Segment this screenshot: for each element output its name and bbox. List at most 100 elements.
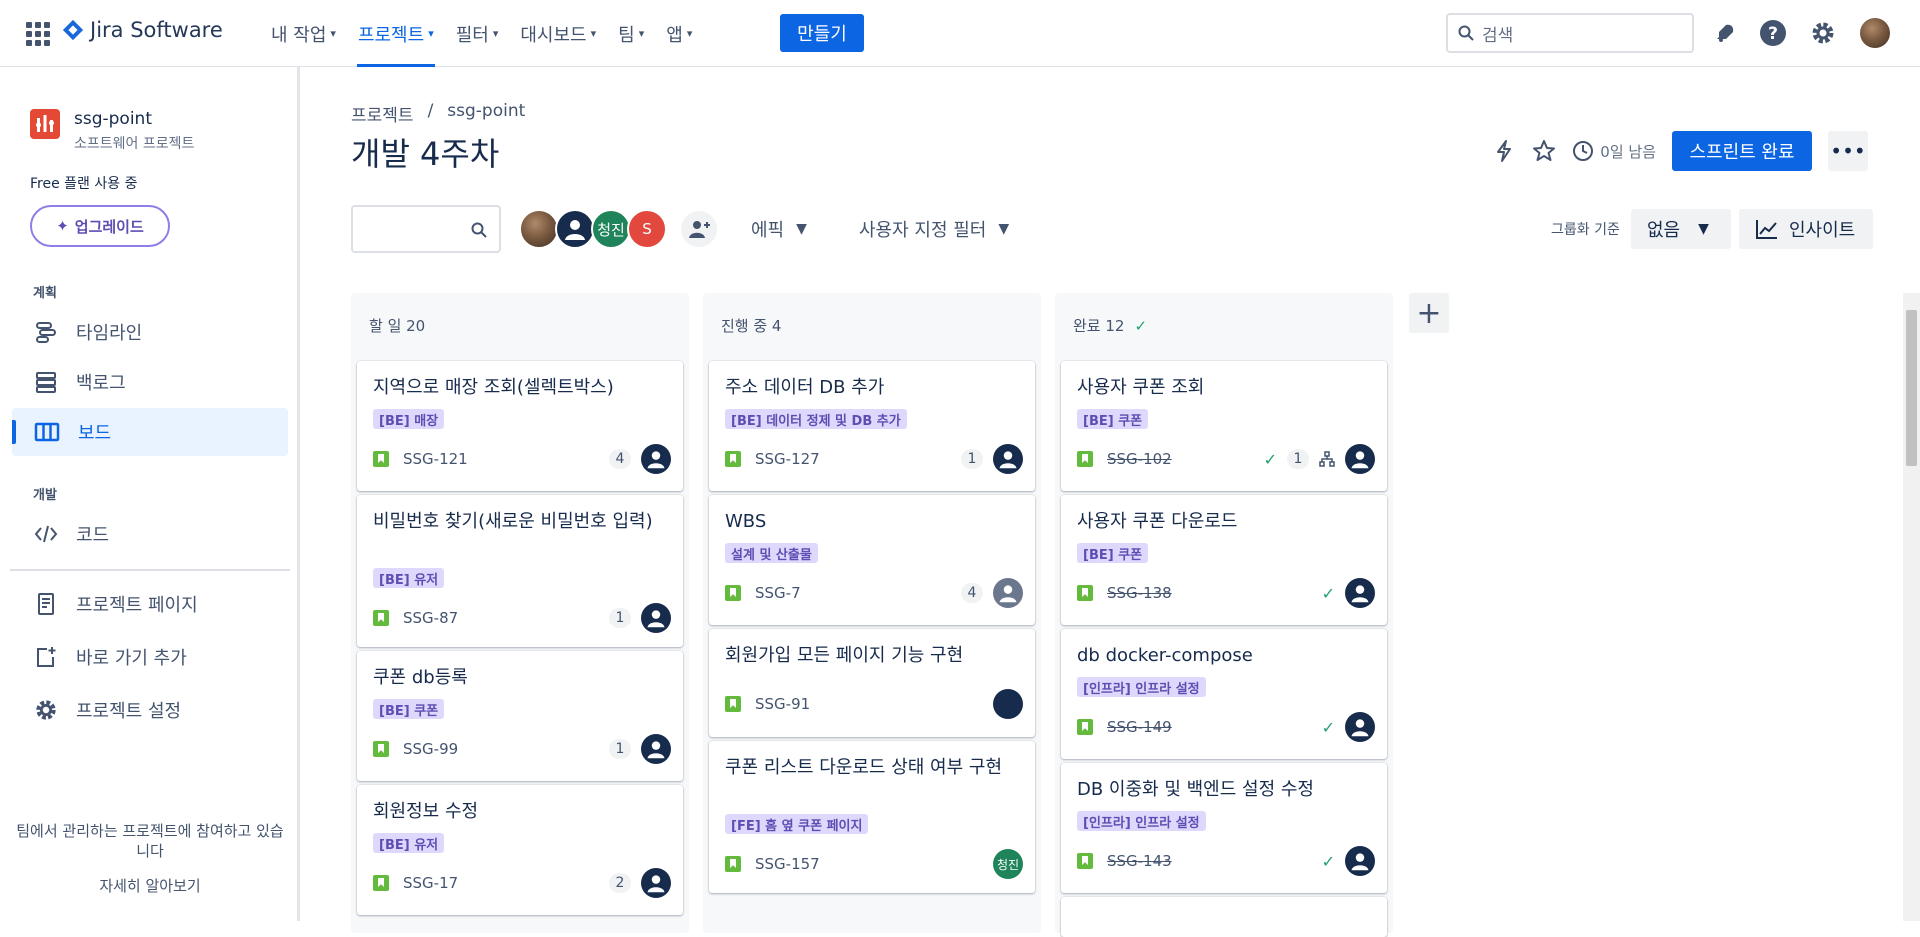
assignee-avatar[interactable]: 청진 xyxy=(993,849,1023,879)
nav-projects[interactable]: 프로젝트 ▾ xyxy=(347,0,445,67)
scrollbar-thumb[interactable] xyxy=(1906,310,1917,466)
avatar-initials: 청진 xyxy=(597,220,625,239)
more-actions-icon[interactable]: ••• xyxy=(1828,131,1868,171)
epic-label: 설계 및 산출물 xyxy=(725,543,818,563)
insights-label: 인사이트 xyxy=(1789,220,1856,241)
assignee-avatar[interactable] xyxy=(1345,712,1375,742)
project-type: 소프트웨어 프로젝트 xyxy=(74,136,195,152)
user-icon xyxy=(565,220,585,240)
chevron-down-icon: ▼ xyxy=(998,221,1010,237)
assignee-avatar[interactable] xyxy=(641,444,671,474)
add-column-icon[interactable]: + xyxy=(1409,293,1449,333)
automation-lightning-icon[interactable] xyxy=(1492,139,1516,163)
assignee-avatar[interactable] xyxy=(993,578,1023,608)
project-header[interactable]: ssg-point 소프트웨어 프로젝트 xyxy=(30,109,194,153)
issue-card[interactable]: 사용자 쿠폰 조회 [BE] 쿠폰 SSG-102 ✓ 1 xyxy=(1061,361,1387,491)
assignee-avatar[interactable] xyxy=(641,868,671,898)
story-points-badge: 4 xyxy=(961,583,983,603)
assignee-avatar[interactable] xyxy=(641,734,671,764)
issue-title: WBS xyxy=(725,511,767,532)
sidebar-item-backlog[interactable]: 백로그 xyxy=(12,358,288,406)
app-switcher-icon[interactable] xyxy=(26,22,50,46)
complete-sprint-button[interactable]: 스프린트 완료 xyxy=(1672,131,1812,171)
issue-card[interactable]: 비밀번호 찾기(새로운 비밀번호 입력) [BE] 유저 SSG-87 1 xyxy=(357,495,683,647)
notifications-icon[interactable] xyxy=(1710,18,1740,48)
nav-apps[interactable]: 앱 ▾ xyxy=(655,0,703,67)
nav-menu: 내 작업 ▾ 프로젝트 ▾ 필터 ▾ 대시보드 ▾ 팀 ▾ 앱 ▾ xyxy=(260,0,703,67)
help-icon[interactable]: ? xyxy=(1758,18,1788,48)
settings-gear-icon xyxy=(36,700,56,720)
settings-gear-icon[interactable] xyxy=(1808,18,1838,48)
timeline-icon xyxy=(36,322,56,343)
issue-card[interactable]: 쿠폰 db등록 [BE] 쿠폰 SSG-99 1 xyxy=(357,651,683,781)
epic-label: [BE] 매장 xyxy=(373,409,445,429)
card-footer: SSG-102 ✓ 1 xyxy=(1077,444,1375,474)
issue-card[interactable]: 회원정보 수정 [BE] 유저 SSG-17 2 xyxy=(357,785,683,915)
assignee-filter-avatar[interactable] xyxy=(519,209,559,249)
vertical-scrollbar[interactable] xyxy=(1903,293,1920,921)
issue-card[interactable]: 회원가입 모든 페이지 기능 구현 SSG-91 xyxy=(709,629,1035,737)
issue-title: 지역으로 매장 조회(셀렉트박스) xyxy=(373,377,614,398)
story-icon xyxy=(373,875,389,891)
issue-card[interactable] xyxy=(1061,897,1387,937)
sidebar-item-timeline[interactable]: 타임라인 xyxy=(12,308,288,356)
issue-card[interactable]: 쿠폰 리스트 다운로드 상태 여부 구현 [FE] 홈 옆 쿠폰 페이지 SSG… xyxy=(709,741,1035,893)
assignee-avatar[interactable] xyxy=(1345,444,1375,474)
nav-dashboards[interactable]: 대시보드 ▾ xyxy=(509,0,607,67)
code-icon xyxy=(34,525,58,543)
page-icon xyxy=(38,593,54,615)
issue-card[interactable]: 주소 데이터 DB 추가 [BE] 데이터 정제 및 DB 추가 SSG-127… xyxy=(709,361,1035,491)
sidebar-item-code[interactable]: 코드 xyxy=(12,510,288,558)
issue-title: 주소 데이터 DB 추가 xyxy=(725,377,885,398)
epic-filter-dropdown[interactable]: 에픽 ▼ xyxy=(751,205,807,253)
issue-card[interactable]: db docker-compose [인프라] 인프라 설정 SSG-149 ✓ xyxy=(1061,629,1387,759)
custom-filter-dropdown[interactable]: 사용자 지정 필터 ▼ xyxy=(859,205,1009,253)
epic-label: [인프라] 인프라 설정 xyxy=(1077,677,1206,697)
sidebar-item-project-settings[interactable]: 프로젝트 설정 xyxy=(12,686,288,734)
jira-logo[interactable]: Jira Software xyxy=(62,18,223,42)
assignee-avatar[interactable] xyxy=(993,689,1023,719)
profile-avatar[interactable] xyxy=(1860,18,1890,48)
insights-button[interactable]: 인사이트 xyxy=(1739,209,1873,249)
user-icon xyxy=(1351,719,1369,737)
story-points-badge: 1 xyxy=(961,449,983,469)
board-search-input[interactable] xyxy=(351,205,501,253)
nav-teams[interactable]: 팀 ▾ xyxy=(607,0,655,67)
nav-my-work[interactable]: 내 작업 ▾ xyxy=(260,0,347,67)
search-input[interactable]: 검색 xyxy=(1446,13,1694,53)
story-icon xyxy=(373,451,389,467)
group-by-select[interactable]: 없음 ▼ xyxy=(1631,209,1731,249)
nav-filters[interactable]: 필터 ▾ xyxy=(445,0,510,67)
star-icon[interactable] xyxy=(1532,139,1556,163)
board-icon xyxy=(34,422,60,442)
issue-card[interactable]: 사용자 쿠폰 다운로드 [BE] 쿠폰 SSG-138 ✓ xyxy=(1061,495,1387,625)
assignee-filter-avatar[interactable]: 청진 xyxy=(591,209,631,249)
breadcrumb-projects[interactable]: 프로젝트 xyxy=(351,101,414,126)
learn-more-link[interactable]: 자세히 알아보기 xyxy=(10,875,290,896)
nav-label: 프로젝트 xyxy=(357,24,425,46)
issue-card[interactable]: WBS 설계 및 산출물 SSG-7 4 xyxy=(709,495,1035,625)
issue-title: 쿠폰 db등록 xyxy=(373,667,468,688)
card-footer: SSG-87 1 xyxy=(373,603,671,633)
upgrade-button[interactable]: ✦ 업그레이드 xyxy=(30,205,170,247)
assignee-filter-avatar[interactable] xyxy=(555,209,595,249)
assignee-avatar[interactable] xyxy=(1345,578,1375,608)
add-people-icon[interactable] xyxy=(679,209,719,249)
nav-label: 대시보드 xyxy=(520,24,587,46)
card-footer: SSG-91 xyxy=(725,689,1023,719)
assignee-filter-avatar[interactable]: S xyxy=(627,209,667,249)
sidebar-item-board[interactable]: 보드 xyxy=(12,408,288,456)
assignee-avatar[interactable] xyxy=(1345,846,1375,876)
column-title: 진행 중 4 xyxy=(721,317,782,335)
card-footer: SSG-121 4 xyxy=(373,444,671,474)
sidebar-item-add-shortcut[interactable]: 바로 가기 추가 xyxy=(12,633,288,681)
issue-card[interactable]: DB 이중화 및 백엔드 설정 수정 [인프라] 인프라 설정 SSG-143 … xyxy=(1061,763,1387,893)
create-button[interactable]: 만들기 xyxy=(780,14,864,52)
assignee-avatar[interactable] xyxy=(641,603,671,633)
issue-title: 비밀번호 찾기(새로운 비밀번호 입력) xyxy=(373,511,653,532)
story-points-badge: 1 xyxy=(609,608,631,628)
sidebar-item-project-page[interactable]: 프로젝트 페이지 xyxy=(12,580,288,628)
breadcrumb-project[interactable]: ssg-point xyxy=(447,101,525,126)
assignee-avatar[interactable] xyxy=(993,444,1023,474)
issue-card[interactable]: 지역으로 매장 조회(셀렉트박스) [BE] 매장 SSG-121 4 xyxy=(357,361,683,491)
